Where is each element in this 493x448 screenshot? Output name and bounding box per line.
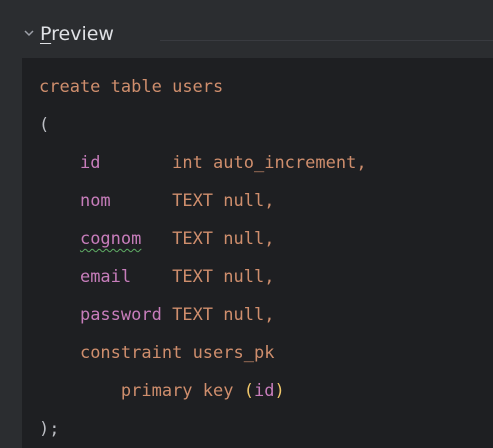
column-pad [131, 267, 172, 287]
column-pad [100, 153, 172, 173]
chevron-down-icon[interactable] [22, 26, 36, 40]
table-name: users [172, 77, 224, 97]
code-line-column: nom TEXT null, [39, 189, 275, 213]
column-definition: TEXT null, [172, 267, 275, 287]
column-pad [162, 305, 172, 325]
code-line-1: create table users [39, 75, 223, 99]
preview-title-mnemonic: P [40, 23, 52, 45]
code-line-column: password TEXT null, [39, 303, 275, 327]
bracket-close: ) [274, 381, 285, 401]
preview-title[interactable]: Preview [40, 22, 114, 46]
sql-preview-editor[interactable]: create table users ( id int auto_increme… [22, 58, 493, 448]
keyword-primary-key: primary key [120, 381, 234, 401]
column-definition: TEXT null, [172, 191, 275, 211]
column-pad [141, 229, 172, 249]
keyword-constraint: constraint [79, 343, 183, 363]
code-line-end: ); [39, 417, 59, 441]
column-definition: TEXT null, [172, 305, 275, 325]
preview-title-rest: review [51, 23, 114, 45]
primary-key-column: id [253, 381, 275, 401]
code-line-constraint: constraint users_pk [39, 341, 275, 365]
column-pad [111, 191, 172, 211]
column-name: email [79, 267, 132, 287]
code-line-column: id int auto_increment, [39, 151, 367, 175]
header-divider [160, 40, 493, 41]
column-definition: TEXT null, [172, 229, 275, 249]
column-name: cognom [79, 229, 142, 249]
code-line-column: cognom TEXT null, [39, 227, 275, 251]
column-name: id [79, 153, 101, 173]
preview-header[interactable]: Preview [0, 0, 493, 58]
bracket-open: ( [243, 381, 254, 401]
column-name: nom [79, 191, 111, 211]
code-line-primary-key: primary key (id) [39, 379, 285, 403]
column-definition: int auto_increment, [172, 153, 367, 173]
column-name: password [79, 305, 162, 325]
preview-panel: Preview create table users ( id int auto… [0, 0, 493, 448]
code-line-column: email TEXT null, [39, 265, 275, 289]
close-statement: ); [39, 419, 60, 439]
code-area[interactable]: create table users ( id int auto_increme… [22, 58, 493, 448]
open-paren: ( [39, 115, 50, 135]
code-line-2: ( [39, 113, 49, 137]
keyword-create-table: create table [39, 77, 162, 97]
constraint-name: users_pk [192, 343, 275, 363]
